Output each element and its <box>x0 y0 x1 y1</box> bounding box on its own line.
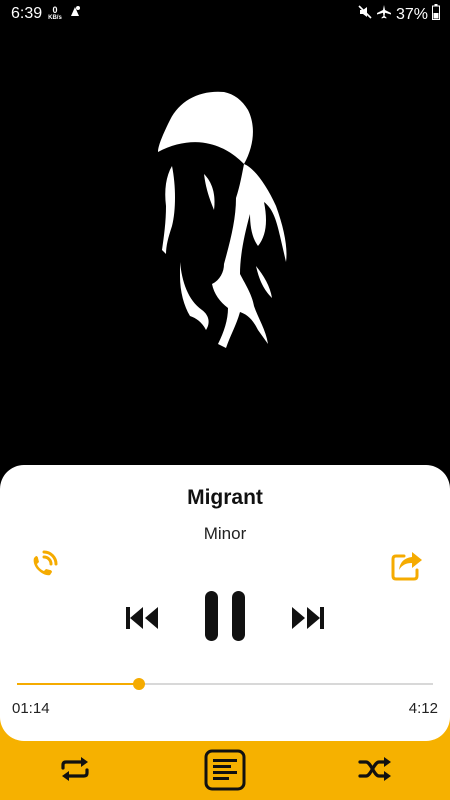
data-rate-unit: KB/s <box>48 14 62 21</box>
data-rate: 0 KB/s <box>48 4 62 22</box>
pause-button[interactable] <box>198 587 252 645</box>
seek-bar[interactable] <box>17 678 433 690</box>
data-rate-value: 0 <box>52 4 58 15</box>
share-icon <box>391 552 422 581</box>
next-icon <box>292 607 324 629</box>
hooded-figure-image <box>158 91 287 348</box>
status-bar: 6:39 0 KB/s 37% <box>0 0 450 28</box>
mute-icon <box>358 5 372 24</box>
next-track-button[interactable] <box>288 598 328 638</box>
pause-icon <box>205 591 245 641</box>
repeat-button[interactable] <box>55 753 95 785</box>
status-left: 6:39 0 KB/s <box>11 4 82 23</box>
lyrics-icon <box>204 749 246 791</box>
album-artwork <box>0 28 450 478</box>
total-duration: 4:12 <box>408 700 438 717</box>
player-card: Migrant Minor 01:14 4:12 <box>0 465 450 741</box>
elapsed-time: 01:14 <box>12 700 50 717</box>
previous-icon <box>126 607 158 629</box>
status-time: 6:39 <box>11 4 43 22</box>
status-right: 37% <box>358 4 440 25</box>
battery-icon <box>432 4 440 25</box>
shuffle-icon <box>358 757 391 781</box>
track-artist: Minor <box>203 524 247 543</box>
seek-progress <box>17 683 140 685</box>
shuffle-button[interactable] <box>355 753 395 785</box>
seek-thumb[interactable] <box>133 678 146 690</box>
share-button[interactable] <box>388 546 426 584</box>
airplane-mode-icon <box>376 5 392 24</box>
track-title: Migrant <box>187 486 263 509</box>
ringtone-call-icon <box>33 550 58 576</box>
set-ringtone-button[interactable] <box>24 546 62 584</box>
battery-level: 37% <box>395 5 428 23</box>
repeat-icon <box>61 757 89 781</box>
previous-track-button[interactable] <box>122 598 162 638</box>
bottom-toolbar <box>0 711 450 800</box>
lyrics-button[interactable] <box>203 748 247 792</box>
download-icon <box>68 4 82 23</box>
